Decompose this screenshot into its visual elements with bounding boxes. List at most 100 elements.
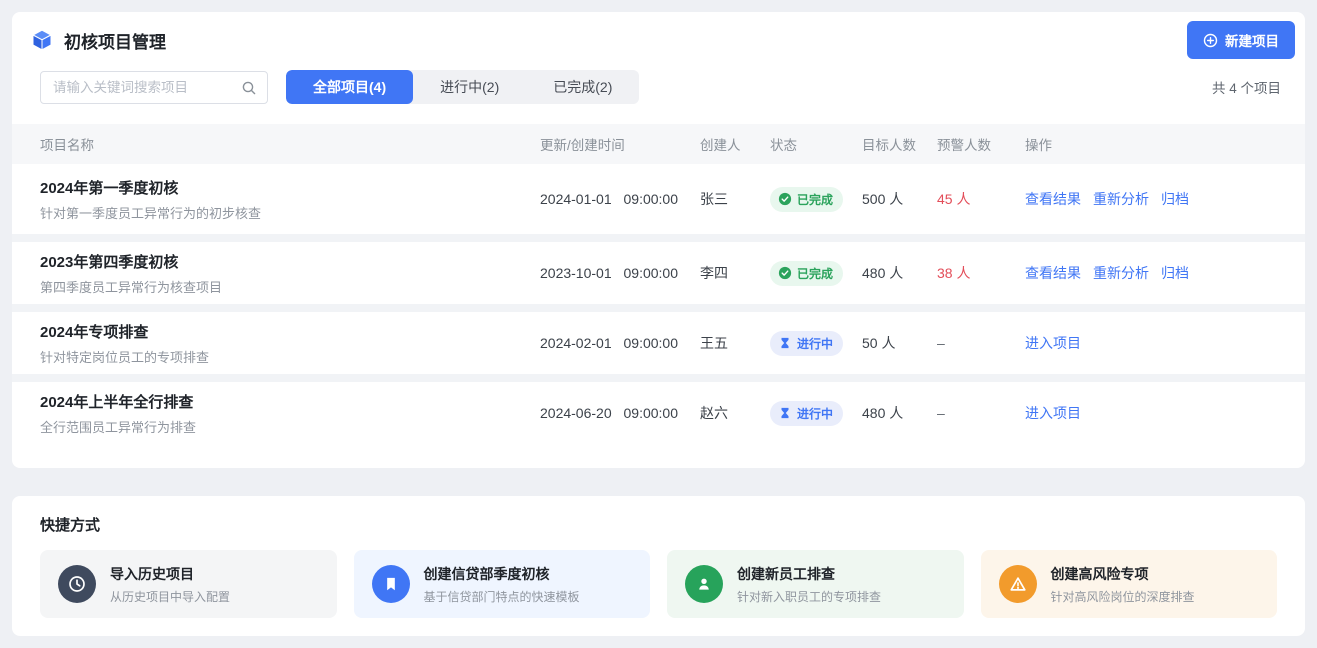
new-project-button[interactable]: 新建项目 [1187, 21, 1295, 59]
table-header-row: 项目名称 更新/创建时间 创建人 状态 目标人数 预警人数 操作 [12, 124, 1305, 164]
project-name-cell: 2024年上半年全行排查 全行范围员工异常行为排查 [40, 391, 540, 436]
enter-project-link[interactable]: 进入项目 [1025, 333, 1081, 353]
search-box [40, 71, 268, 104]
create-credit-review-card[interactable]: 创建信贷部季度初核 基于信贷部门特点的快速模板 [354, 550, 651, 618]
project-status-cell: 已完成 [770, 187, 862, 212]
project-actions: 查看结果 重新分析 归档 [1025, 189, 1277, 209]
status-badge: 已完成 [770, 187, 843, 212]
project-time: 2024-02-01 09:00:00 [540, 335, 700, 351]
col-header-name: 项目名称 [40, 134, 540, 154]
warning-triangle-icon [999, 565, 1037, 603]
card-title: 创建信贷部季度初核 [424, 564, 580, 584]
project-table: 项目名称 更新/创建时间 创建人 状态 目标人数 预警人数 操作 2024年第一… [12, 124, 1305, 444]
check-circle-icon [778, 192, 792, 206]
archive-link[interactable]: 归档 [1161, 263, 1189, 283]
clock-icon [58, 565, 96, 603]
view-results-link[interactable]: 查看结果 [1025, 263, 1081, 283]
card-title: 创建新员工排查 [737, 564, 881, 584]
search-input[interactable] [41, 72, 267, 103]
col-header-actions: 操作 [1025, 134, 1277, 154]
project-name: 2024年第一季度初核 [40, 177, 540, 198]
table-row: 2024年上半年全行排查 全行范围员工异常行为排查 2024-06-20 09:… [12, 374, 1305, 444]
quick-actions-title: 快捷方式 [40, 514, 1277, 535]
enter-project-link[interactable]: 进入项目 [1025, 403, 1081, 423]
page-header-left: 初核项目管理 [30, 28, 166, 53]
reanalyze-link[interactable]: 重新分析 [1093, 263, 1149, 283]
card-text: 创建信贷部季度初核 基于信贷部门特点的快速模板 [424, 564, 580, 605]
project-name-cell: 2024年第一季度初核 针对第一季度员工异常行为的初步核查 [40, 177, 540, 222]
card-title: 导入历史项目 [110, 564, 230, 584]
archive-link[interactable]: 归档 [1161, 189, 1189, 209]
project-creator: 张三 [700, 189, 770, 209]
project-actions: 查看结果 重新分析 归档 [1025, 263, 1277, 283]
hourglass-icon [778, 336, 792, 350]
project-creator: 王五 [700, 333, 770, 353]
tab-all-projects[interactable]: 全部项目(4) [286, 70, 413, 104]
card-description: 针对新入职员工的专项排查 [737, 588, 881, 605]
table-row: 2024年第一季度初核 针对第一季度员工异常行为的初步核查 2024-01-01… [12, 164, 1305, 234]
card-text: 导入历史项目 从历史项目中导入配置 [110, 564, 230, 605]
card-text: 创建新员工排查 针对新入职员工的专项排查 [737, 564, 881, 605]
project-description: 第四季度员工异常行为核查项目 [40, 277, 540, 296]
tab-in-progress[interactable]: 进行中(2) [413, 70, 526, 104]
status-label: 已完成 [797, 265, 833, 282]
project-warning: – [937, 335, 1025, 351]
project-time: 2024-01-01 09:00:00 [540, 191, 700, 207]
create-new-employee-check-card[interactable]: 创建新员工排查 针对新入职员工的专项排查 [667, 550, 964, 618]
import-history-card[interactable]: 导入历史项目 从历史项目中导入配置 [40, 550, 337, 618]
card-description: 针对高风险岗位的深度排查 [1051, 588, 1195, 605]
view-results-link[interactable]: 查看结果 [1025, 189, 1081, 209]
project-target: 480 人 [862, 403, 937, 423]
project-name: 2024年专项排查 [40, 321, 540, 342]
status-label: 进行中 [797, 405, 833, 422]
table-row: 2023年第四季度初核 第四季度员工异常行为核查项目 2023-10-01 09… [12, 234, 1305, 304]
project-description: 针对第一季度员工异常行为的初步核查 [40, 203, 540, 222]
project-target: 480 人 [862, 263, 937, 283]
status-badge: 已完成 [770, 261, 843, 286]
col-header-creator: 创建人 [700, 134, 770, 154]
total-count: 共 4 个项目 [1212, 77, 1281, 97]
project-name-cell: 2024年专项排查 针对特定岗位员工的专项排查 [40, 321, 540, 366]
col-header-time: 更新/创建时间 [540, 134, 700, 154]
status-badge: 进行中 [770, 401, 843, 426]
page: 初核项目管理 新建项目 全部项目(4) 进行中(2) [0, 0, 1317, 648]
project-warning: – [937, 405, 1025, 421]
project-description: 针对特定岗位员工的专项排查 [40, 347, 540, 366]
create-high-risk-card[interactable]: 创建高风险专项 针对高风险岗位的深度排查 [981, 550, 1278, 618]
project-name: 2024年上半年全行排查 [40, 391, 540, 412]
project-name-cell: 2023年第四季度初核 第四季度员工异常行为核查项目 [40, 251, 540, 296]
hourglass-icon [778, 406, 792, 420]
project-creator: 赵六 [700, 403, 770, 423]
page-title: 初核项目管理 [64, 28, 166, 53]
status-label: 已完成 [797, 191, 833, 208]
bookmark-icon [372, 565, 410, 603]
project-creator: 李四 [700, 263, 770, 283]
quick-actions-panel: 快捷方式 导入历史项目 从历史项目中导入配置 [12, 496, 1305, 636]
toolbar: 全部项目(4) 进行中(2) 已完成(2) 共 4 个项目 [12, 68, 1305, 104]
project-status-cell: 已完成 [770, 261, 862, 286]
new-project-button-label: 新建项目 [1225, 30, 1279, 50]
project-warning: 45 人 [937, 189, 1025, 209]
col-header-status: 状态 [770, 134, 862, 154]
check-circle-icon [778, 266, 792, 280]
card-description: 基于信贷部门特点的快速模板 [424, 588, 580, 605]
status-label: 进行中 [797, 335, 833, 352]
plus-circle-icon [1203, 33, 1218, 48]
project-target: 500 人 [862, 189, 937, 209]
project-description: 全行范围员工异常行为排查 [40, 417, 540, 436]
table-row: 2024年专项排查 针对特定岗位员工的专项排查 2024-02-01 09:00… [12, 304, 1305, 374]
person-icon [685, 565, 723, 603]
project-time: 2023-10-01 09:00:00 [540, 265, 700, 281]
project-actions: 进入项目 [1025, 333, 1277, 353]
col-header-target: 目标人数 [862, 134, 937, 154]
page-header: 初核项目管理 新建项目 [12, 12, 1305, 68]
project-management-panel: 初核项目管理 新建项目 全部项目(4) 进行中(2) [12, 12, 1305, 468]
reanalyze-link[interactable]: 重新分析 [1093, 189, 1149, 209]
project-target: 50 人 [862, 333, 937, 353]
card-description: 从历史项目中导入配置 [110, 588, 230, 605]
status-badge: 进行中 [770, 331, 843, 356]
tab-completed[interactable]: 已完成(2) [526, 70, 639, 104]
project-status-cell: 进行中 [770, 331, 862, 356]
project-time: 2024-06-20 09:00:00 [540, 405, 700, 421]
project-name: 2023年第四季度初核 [40, 251, 540, 272]
